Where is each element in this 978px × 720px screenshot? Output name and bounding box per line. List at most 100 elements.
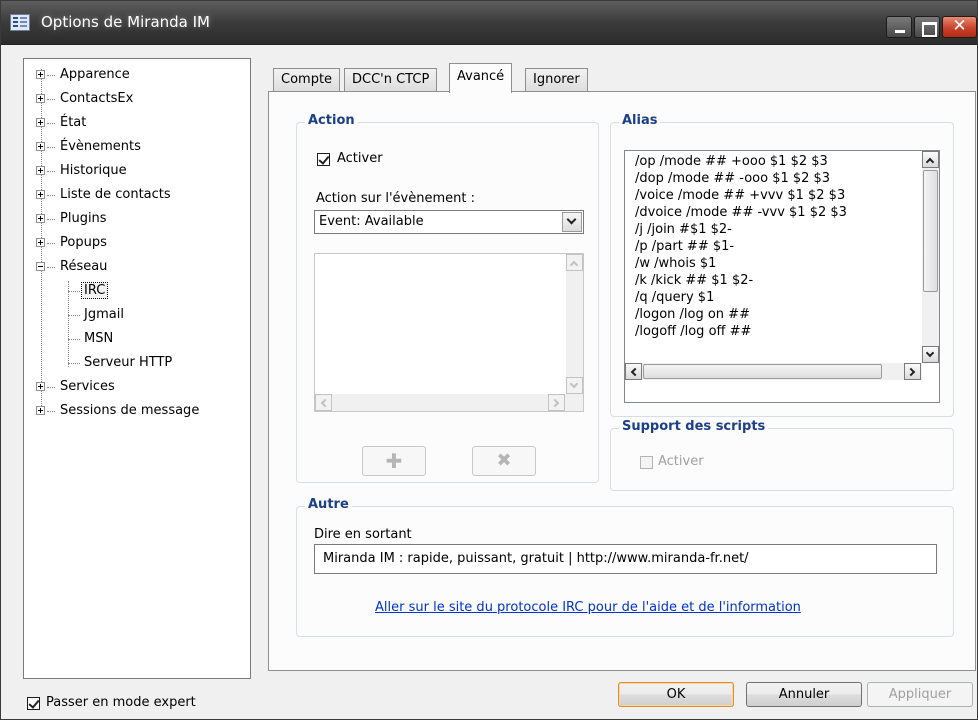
expand-icon[interactable] [36,166,45,175]
cancel-button[interactable]: Annuler [746,682,862,707]
options-tree[interactable]: Apparence ContactsEx État Évènements His… [23,58,251,679]
event-label: Action sur l'évènement : [316,191,475,206]
alias-hscrollbar[interactable] [625,363,922,380]
tree-label: Services [60,379,115,394]
irc-help-link[interactable]: Aller sur le site du protocole IRC pour … [375,600,801,615]
tree-item-plugins[interactable]: Plugins [36,208,107,230]
tree-item-reseau[interactable]: Réseau [36,256,107,278]
tree-label: IRC [80,282,109,299]
quit-message-input[interactable]: Miranda IM : rapide, puissant, gratuit |… [314,544,937,574]
scroll-left-button[interactable] [315,394,332,411]
tree-label: Liste de contacts [60,187,171,202]
scripts-enable-checkbox[interactable] [640,456,653,469]
tree-label: Sessions de message [60,403,200,418]
tree-item-historique[interactable]: Historique [36,160,127,182]
scroll-down-button[interactable] [566,377,583,394]
tree-item-liste-de-contacts[interactable]: Liste de contacts [36,184,171,206]
tree-item-apparence[interactable]: Apparence [36,64,130,86]
alias-line: /j /join #$1 $2- [635,222,732,237]
other-group: Autre Dire en sortant Miranda IM : rapid… [296,497,954,637]
expand-icon[interactable] [36,94,45,103]
event-select-value: Event: Available [319,214,424,229]
alias-group: Alias /op /mode ## +ooo $1 $2 $3 /dop /m… [610,113,954,417]
tree-item-services[interactable]: Services [36,376,115,398]
minimize-button[interactable] [886,16,912,38]
tree-item-etat[interactable]: État [36,112,86,134]
action-vscrollbar[interactable] [566,254,583,394]
expand-icon[interactable] [36,214,45,223]
alias-line: /q /query $1 [635,290,715,305]
tab-avance[interactable]: Avancé [449,63,513,93]
action-enable-label: Activer [337,151,383,166]
tree-label: Serveur HTTP [84,355,173,370]
group-title-scripts: Support des scripts [619,419,769,434]
group-title-alias: Alias [619,113,661,128]
expand-icon[interactable] [36,382,45,391]
tree-label: Évènements [60,139,141,154]
tree-label: ContactsEx [60,91,134,106]
tree-label: Popups [60,235,107,250]
scroll-thumb[interactable] [923,170,938,292]
tree-label: MSN [84,331,114,346]
tree-label: État [60,115,87,130]
scroll-right-button[interactable] [904,363,921,380]
tree-item-sessions-de-message[interactable]: Sessions de message [36,400,199,422]
alias-line: /dop /mode ## -ooo $1 $2 $3 [635,171,831,186]
alias-vscrollbar[interactable] [922,151,939,363]
tab-ignorer[interactable]: Ignorer [525,68,588,92]
tree-item-popups[interactable]: Popups [36,232,107,254]
tree-label: Apparence [60,67,130,82]
expand-icon[interactable] [36,70,45,79]
tab-compte[interactable]: Compte [273,68,341,92]
alias-line: /voice /mode ## +vvv $1 $2 $3 [635,188,846,203]
add-action-button[interactable]: ✚ [362,446,426,476]
expand-icon[interactable] [36,118,45,127]
tree-label: Plugins [60,211,107,226]
tab-dcc-ctcp[interactable]: DCC'n CTCP [344,68,438,92]
group-title-other: Autre [305,497,352,512]
tab-panel-avance: Action Activer Action sur l'évènement : … [268,91,976,671]
collapse-icon[interactable] [36,262,45,271]
expand-icon[interactable] [36,406,45,415]
expert-mode-label: Passer en mode expert [46,695,196,710]
tree-item-serveur-http[interactable]: Serveur HTTP [68,352,172,374]
tree-item-evenements[interactable]: Évènements [36,136,141,158]
alias-line: /dvoice /mode ## -vvv $1 $2 $3 [635,205,847,220]
delete-action-button[interactable]: ✖ [472,446,536,476]
tree-item-msn[interactable]: MSN [68,328,113,350]
close-icon: ✕ [952,16,967,36]
scripts-group: Support des scripts Activer [610,419,954,491]
alias-line: /k /kick ## $1 $2- [635,273,754,288]
scroll-right-button[interactable] [548,394,565,411]
scroll-up-button[interactable] [922,151,939,168]
expand-icon[interactable] [36,142,45,151]
tree-item-jgmail[interactable]: Jgmail [68,304,124,326]
scroll-left-button[interactable] [625,363,642,380]
app-icon [10,14,30,31]
alias-line: /p /part ## $1- [635,239,735,254]
action-enable-checkbox[interactable] [317,153,330,166]
quit-message-label: Dire en sortant [314,527,412,542]
expert-mode-checkbox[interactable] [27,697,40,710]
action-group: Action Activer Action sur l'évènement : … [296,113,599,483]
maximize-button[interactable] [914,16,940,38]
chevron-down-icon[interactable] [562,212,582,232]
tree-item-irc[interactable]: IRC [68,280,109,302]
tree-item-contactsex[interactable]: ContactsEx [36,88,133,110]
alias-textarea[interactable]: /op /mode ## +ooo $1 $2 $3 /dop /mode ##… [624,150,940,403]
scroll-thumb[interactable] [643,364,882,379]
action-listbox[interactable] [314,253,584,412]
close-button[interactable]: ✕ [942,16,977,38]
title-bar[interactable]: Options de Miranda IM ✕ [1,1,977,45]
tree-label: Réseau [60,259,108,274]
ok-button[interactable]: OK [618,682,734,707]
expand-icon[interactable] [36,238,45,247]
scroll-down-button[interactable] [922,346,939,363]
options-window: Options de Miranda IM ✕ Apparence Contac… [0,0,978,720]
apply-button[interactable]: Appliquer [867,682,973,707]
expand-icon[interactable] [36,190,45,199]
scroll-up-button[interactable] [566,254,583,271]
event-select[interactable]: Event: Available [314,210,584,234]
alias-line: /w /whois $1 [635,256,717,271]
action-hscrollbar[interactable] [315,394,583,411]
